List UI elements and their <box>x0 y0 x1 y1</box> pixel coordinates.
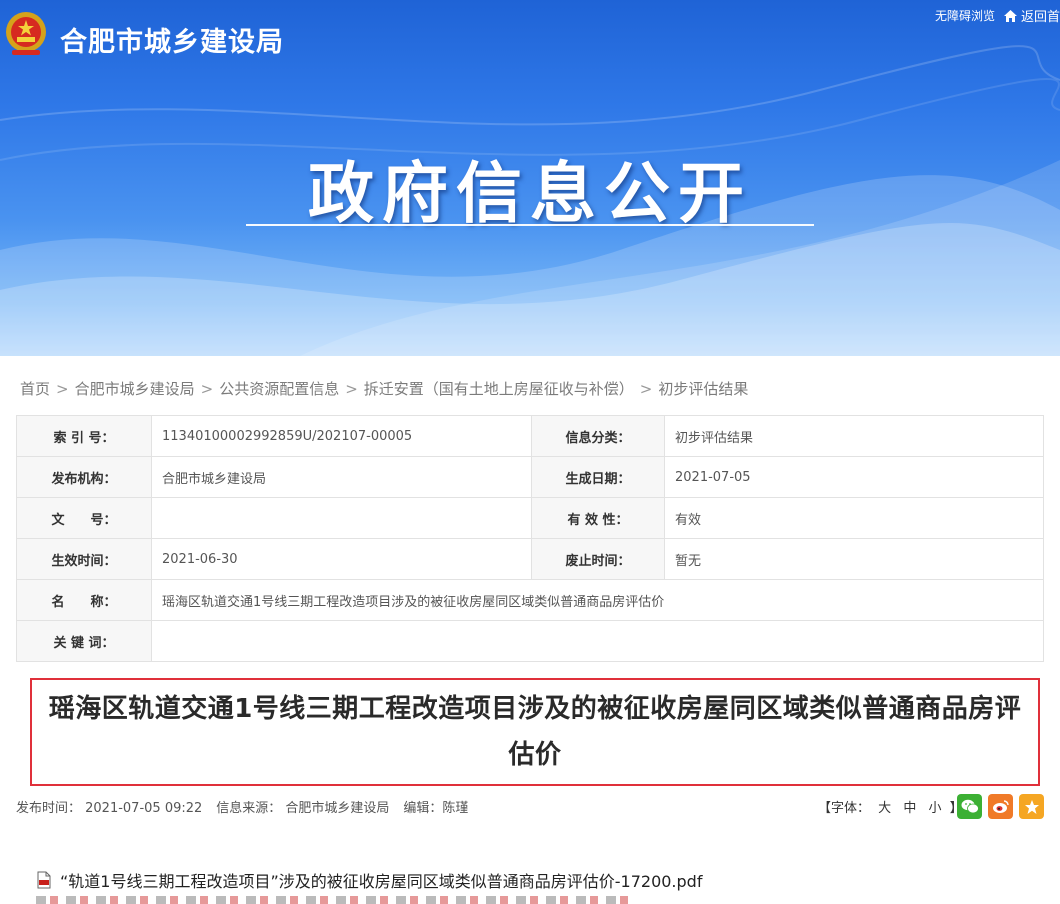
name-label: 名 称： <box>16 579 152 621</box>
keywords-label: 关 键 词： <box>16 620 152 662</box>
publisher-value: 合肥市城乡建设局 <box>151 456 532 498</box>
hero-title: 政府信息公开 <box>308 155 752 232</box>
index-number-value: 11340100002992859U/202107-00005 <box>151 415 532 457</box>
publish-time: 发布时间： 2021-07-05 09:22 <box>16 801 203 816</box>
table-row: 关 键 词： <box>16 620 1044 662</box>
back-home-link[interactable]: 返回首 <box>1021 6 1060 25</box>
site-title[interactable]: 合肥市城乡建设局 <box>60 20 284 59</box>
breadcrumb-separator: > <box>56 379 69 398</box>
keywords-value <box>151 620 1044 662</box>
accessibility-link[interactable]: 无障碍浏览 <box>935 7 995 24</box>
font-medium-button[interactable]: 中 <box>903 801 916 816</box>
home-icon <box>1003 9 1018 23</box>
hero-underline <box>246 224 814 226</box>
article-meta: 发布时间： 2021-07-05 09:22 信息来源： 合肥市城乡建设局 编辑… <box>16 797 482 816</box>
document-number-value <box>151 497 532 539</box>
table-row: 文 号： 有 效 性： 有效 <box>16 497 1044 539</box>
info-source: 信息来源： 合肥市城乡建设局 <box>216 801 390 816</box>
category-value: 初步评估结果 <box>664 415 1044 457</box>
expiry-label: 废止时间： <box>531 538 665 580</box>
table-row: 生效时间： 2021-06-30 废止时间： 暂无 <box>16 538 1044 580</box>
breadcrumb-bureau[interactable]: 合肥市城乡建设局 <box>75 378 195 399</box>
breadcrumb-separator: > <box>639 379 653 398</box>
attachment-link[interactable]: “轨道1号线三期工程改造项目”涉及的被征收房屋同区域类似普通商品房评估价-172… <box>60 868 702 892</box>
validity-label: 有 效 性： <box>531 497 665 539</box>
weibo-icon[interactable] <box>988 794 1013 819</box>
pdf-icon <box>36 871 52 889</box>
top-links: 无障碍浏览 返回首 <box>935 6 1060 25</box>
document-number-label: 文 号： <box>16 497 152 539</box>
expiry-value: 暂无 <box>664 538 1044 580</box>
index-number-label: 索 引 号： <box>16 415 152 457</box>
info-table: 索 引 号： 11340100002992859U/202107-00005 信… <box>16 415 1044 662</box>
editor: 编辑：陈瑾 <box>403 801 469 816</box>
header-banner: 合肥市城乡建设局 无障碍浏览 返回首 政府信息公开 <box>0 0 1060 356</box>
font-size-control: 【字体： 大 中 小 】 <box>818 797 963 816</box>
breadcrumb-current[interactable]: 初步评估结果 <box>658 378 748 399</box>
breadcrumb-home[interactable]: 首页 <box>20 378 50 399</box>
publisher-label: 发布机构： <box>16 456 152 498</box>
article-title: 瑶海区轨道交通1号线三期工程改造项目涉及的被征收房屋同区域类似普通商品房评估价 <box>48 694 1022 770</box>
font-small-button[interactable]: 小 <box>928 801 941 816</box>
table-row: 发布机构： 合肥市城乡建设局 生成日期： 2021-07-05 <box>16 456 1044 498</box>
validity-value: 有效 <box>664 497 1044 539</box>
table-row: 索 引 号： 11340100002992859U/202107-00005 信… <box>16 415 1044 457</box>
font-size-label: 【字体： <box>818 801 871 816</box>
breadcrumb-separator: > <box>345 379 358 398</box>
table-row: 名 称： 瑶海区轨道交通1号线三期工程改造项目涉及的被征收房屋同区域类似普通商品… <box>16 579 1044 621</box>
share-buttons <box>957 794 1050 819</box>
clipped-content-line <box>36 896 636 904</box>
wechat-icon[interactable] <box>957 794 982 819</box>
star-icon[interactable] <box>1019 794 1044 819</box>
breadcrumb: 首页 > 合肥市城乡建设局 > 公共资源配置信息 > 拆迁安置（国有土地上房屋征… <box>20 378 748 399</box>
created-date-value: 2021-07-05 <box>664 456 1044 498</box>
article-title-box: 瑶海区轨道交通1号线三期工程改造项目涉及的被征收房屋同区域类似普通商品房评估价 <box>30 678 1040 786</box>
attachment-item: “轨道1号线三期工程改造项目”涉及的被征收房屋同区域类似普通商品房评估价-172… <box>36 868 702 892</box>
breadcrumb-relocation[interactable]: 拆迁安置（国有土地上房屋征收与补偿） <box>364 378 634 399</box>
emblem-icon <box>4 10 48 58</box>
effective-date-label: 生效时间： <box>16 538 152 580</box>
effective-date-value: 2021-06-30 <box>151 538 532 580</box>
breadcrumb-public-resources[interactable]: 公共资源配置信息 <box>219 378 339 399</box>
font-large-button[interactable]: 大 <box>878 801 891 816</box>
breadcrumb-separator: > <box>200 379 214 398</box>
category-label: 信息分类： <box>531 415 665 457</box>
name-value: 瑶海区轨道交通1号线三期工程改造项目涉及的被征收房屋同区域类似普通商品房评估价 <box>151 579 1044 621</box>
created-date-label: 生成日期： <box>531 456 665 498</box>
